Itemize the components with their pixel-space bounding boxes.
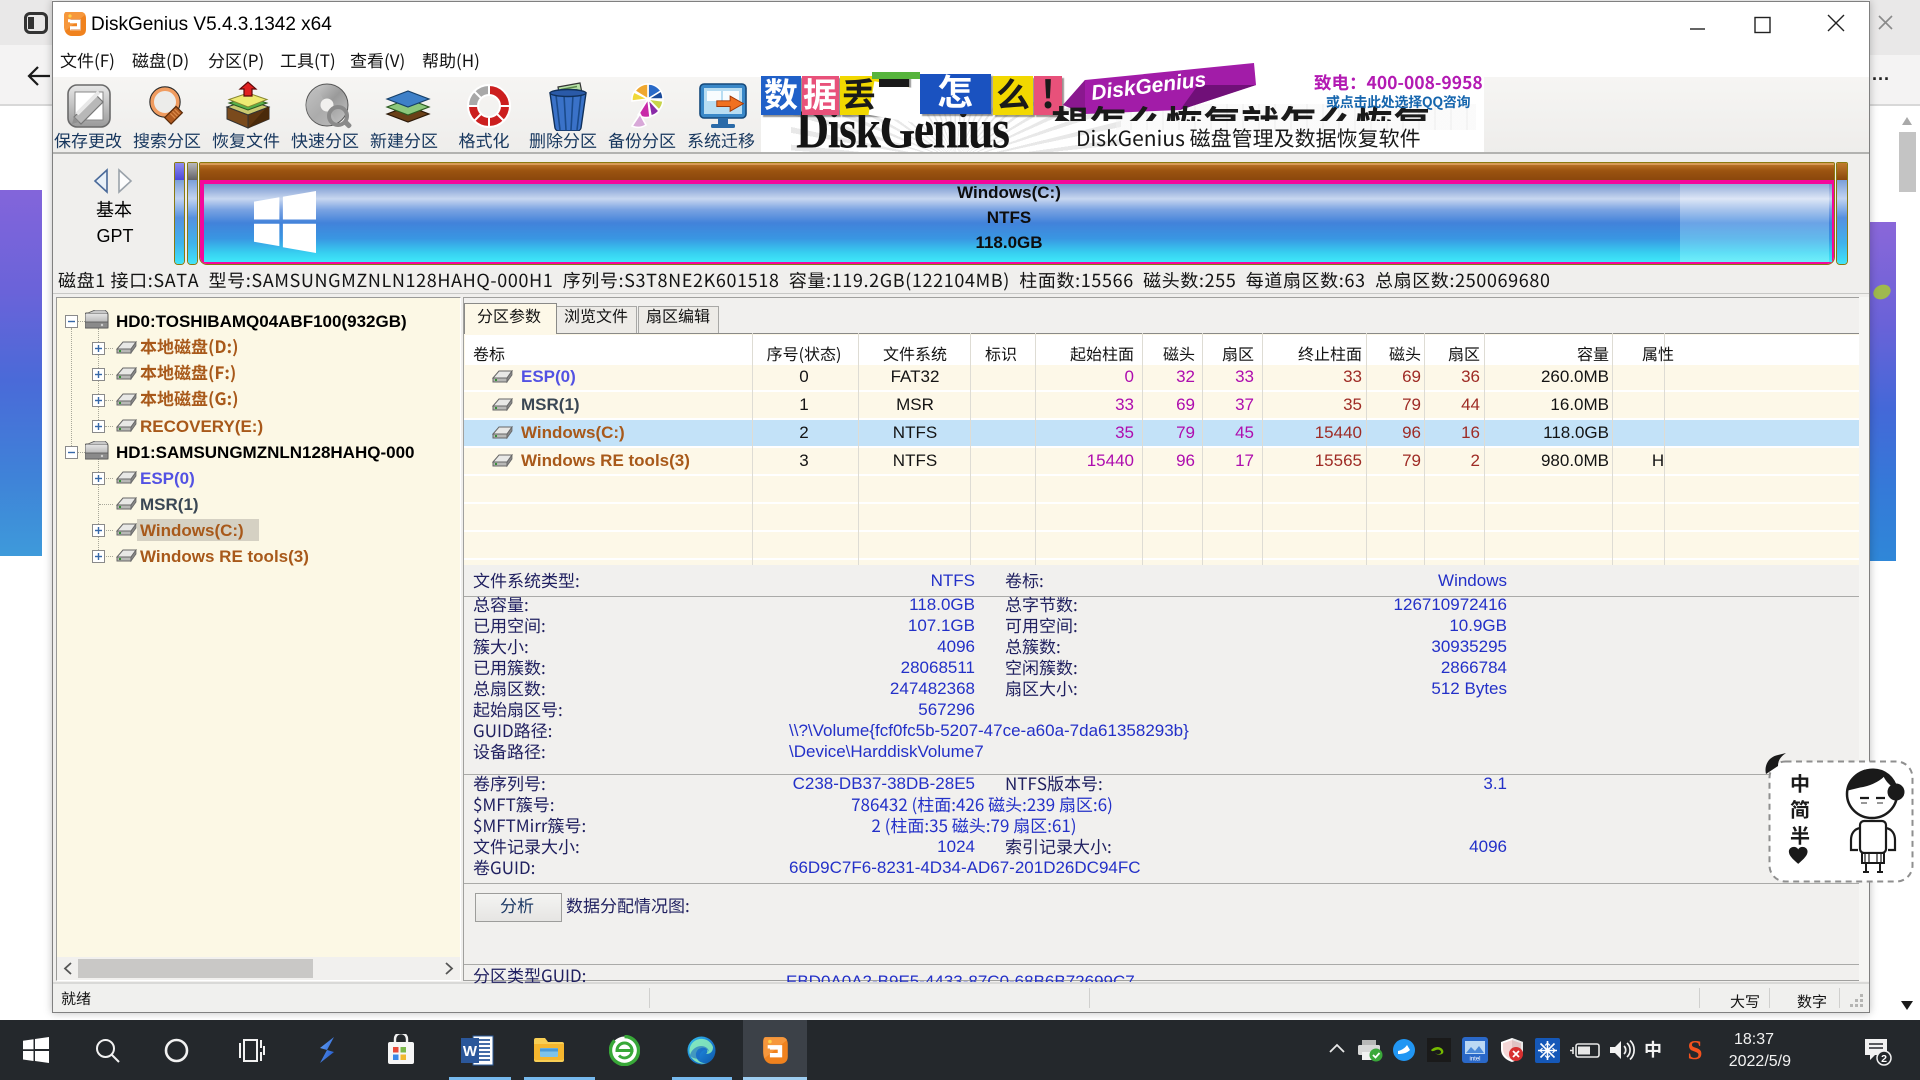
svg-text:intel: intel — [1469, 1057, 1480, 1063]
svg-text:W: W — [463, 1043, 478, 1060]
svg-text:2: 2 — [1881, 1053, 1887, 1065]
